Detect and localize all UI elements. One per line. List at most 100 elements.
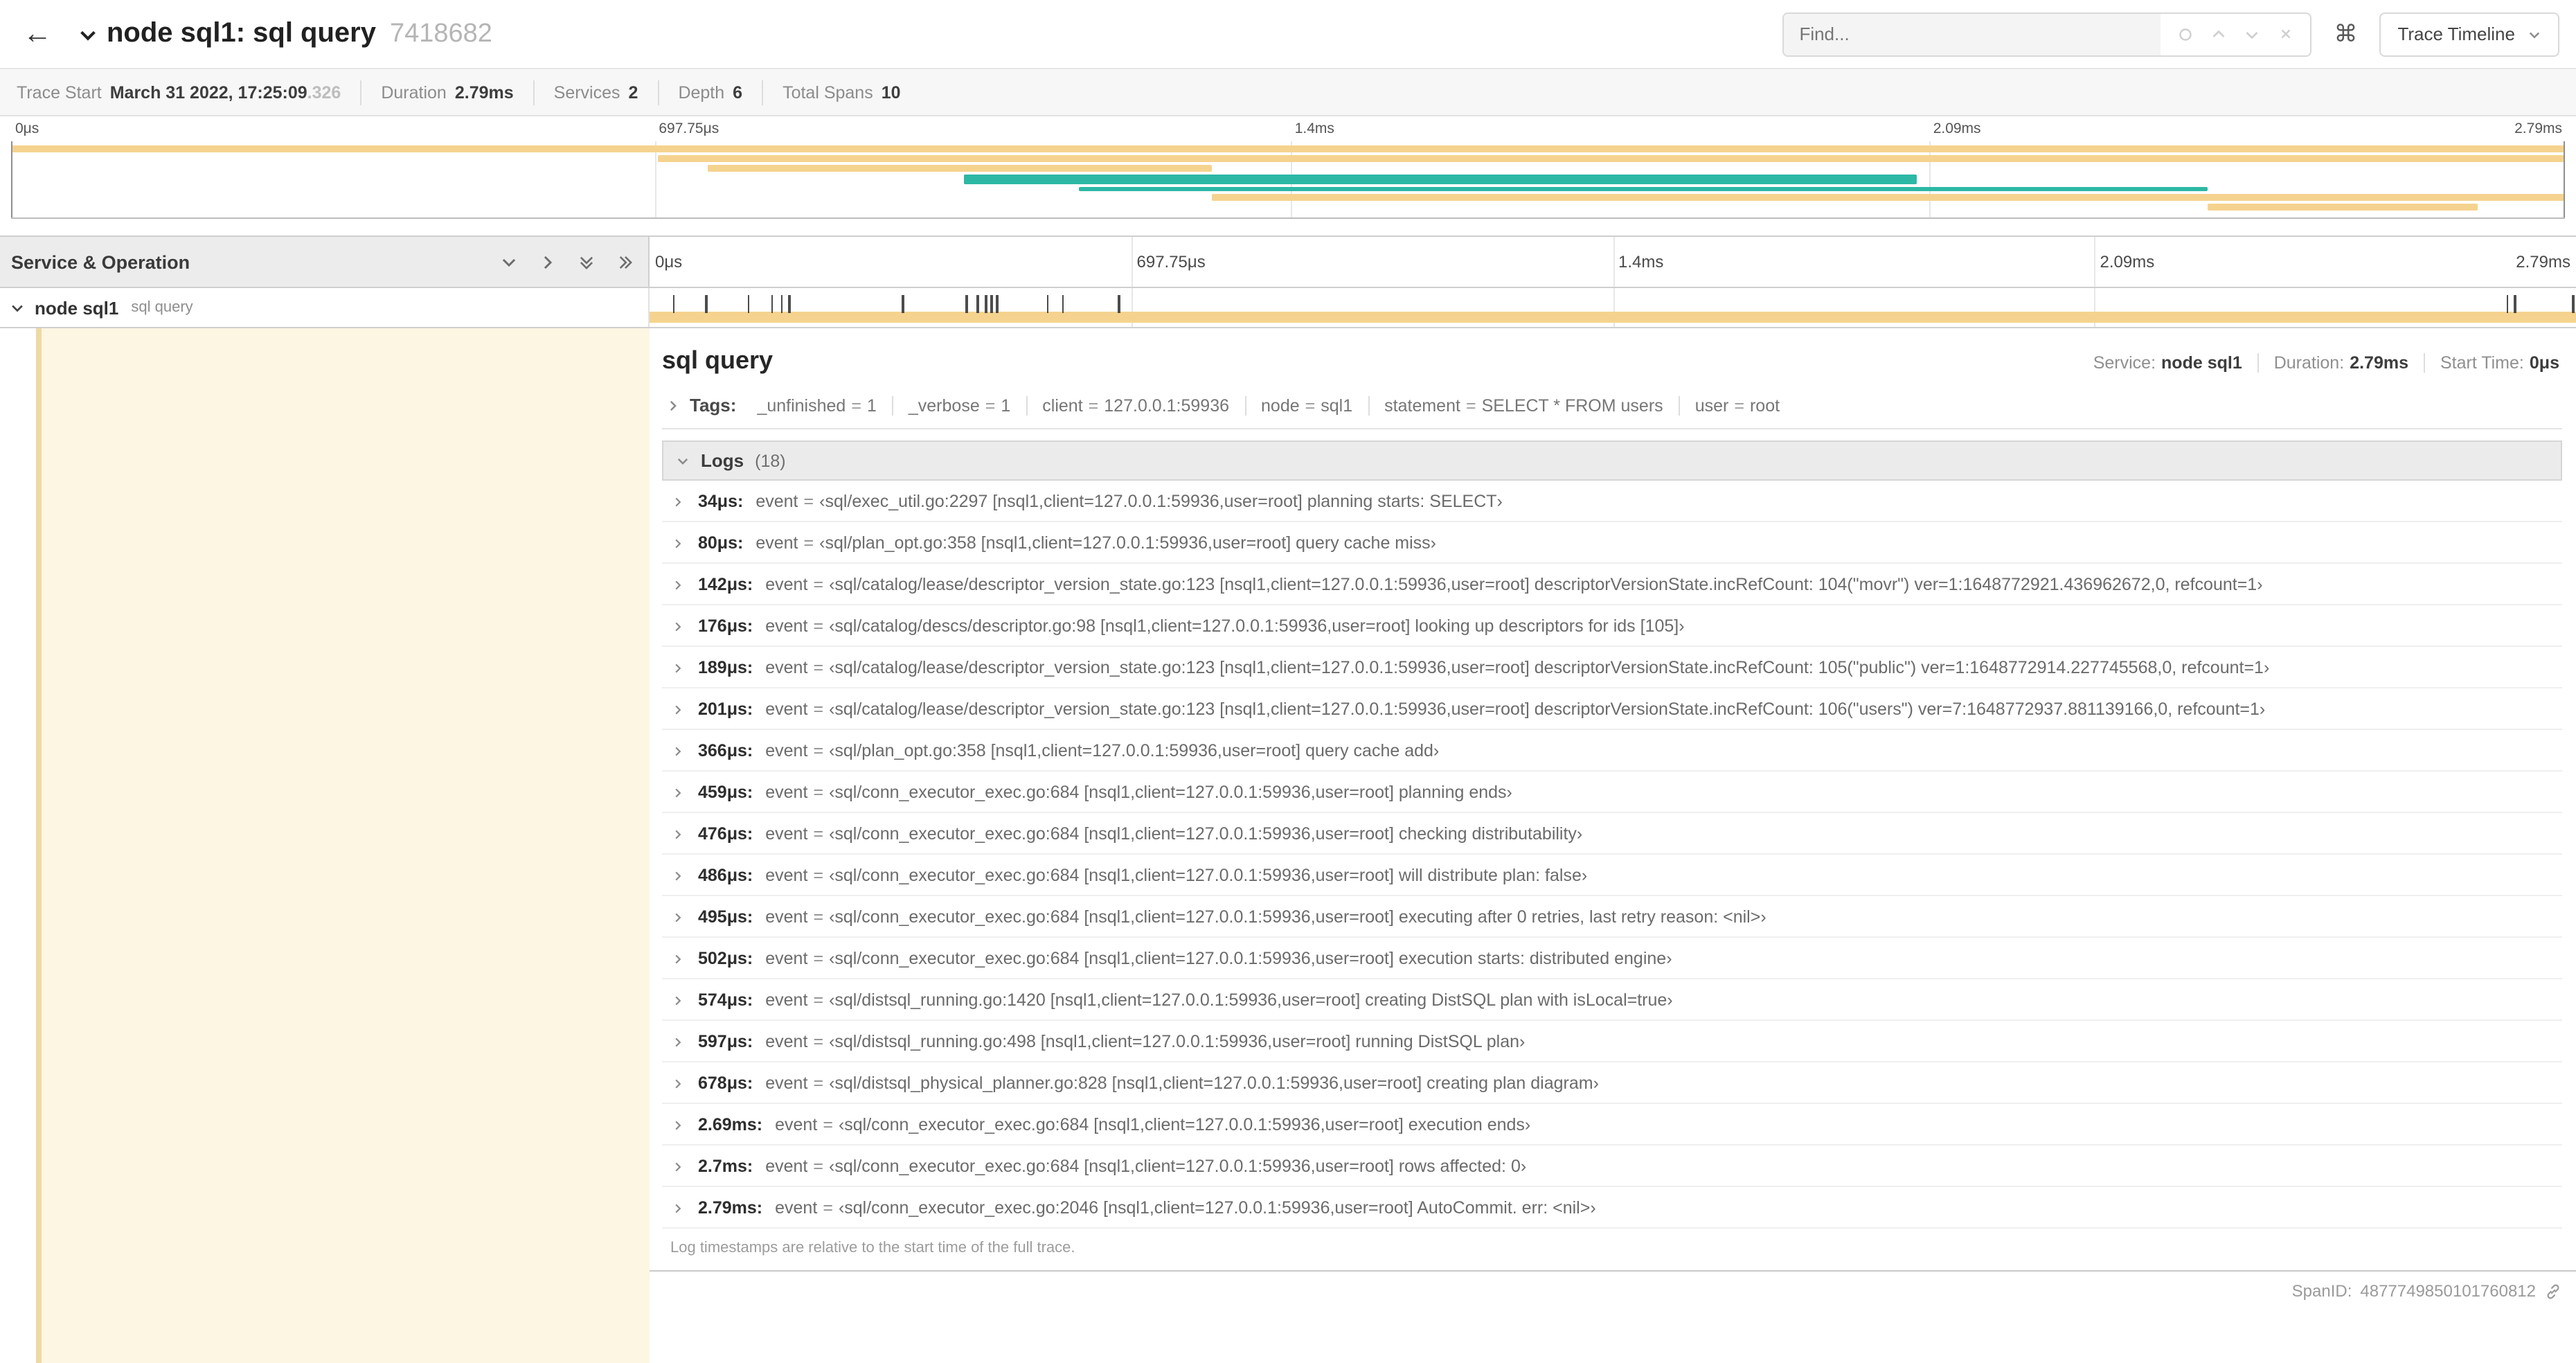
span-name-cell[interactable]: node sql1 sql query <box>0 288 650 327</box>
log-entry[interactable]: 574μs: event = ‹sql/distsql_running.go:142… <box>662 979 2562 1021</box>
clear-search-button[interactable] <box>2271 20 2299 48</box>
log-message: event = ‹sql/distsql_physical_planner.go:8… <box>765 1074 1599 1093</box>
log-entry[interactable]: 2.69ms: event = ‹sql/conn_executor_exec.go… <box>662 1104 2562 1146</box>
log-entry[interactable]: 80μs: event = ‹sql/plan_opt.go:358 [nsql1,… <box>662 522 2562 564</box>
log-entry[interactable]: 502μs: event = ‹sql/conn_executor_exec.go:… <box>662 938 2562 979</box>
log-marker[interactable] <box>1118 295 1120 313</box>
trace-view-selector[interactable]: Trace Timeline <box>2379 12 2559 56</box>
span-service-name: node sql1 <box>35 297 119 318</box>
chevron-right-icon <box>672 661 684 674</box>
logs-title: Logs <box>701 450 744 471</box>
minimap-right-scrubber[interactable] <box>2564 141 2565 217</box>
match-count-icon <box>2172 20 2199 48</box>
tag-item[interactable]: _verbose = 1 <box>891 395 1026 415</box>
minimap-tick-label: 2.09ms <box>1933 121 1981 137</box>
log-entry[interactable]: 495μs: event = ‹sql/conn_executor_exec.go:… <box>662 896 2562 938</box>
log-entry[interactable]: 597μs: event = ‹sql/distsql_running.go:498… <box>662 1021 2562 1062</box>
log-entry[interactable]: 2.7ms: event = ‹sql/conn_executor_exec.go:… <box>662 1146 2562 1187</box>
link-icon[interactable] <box>2544 1282 2562 1300</box>
trace-services: Services 2 <box>533 80 658 105</box>
tag-item[interactable]: node = sql1 <box>1244 395 1368 415</box>
minimap-span-bar <box>963 175 1917 184</box>
span-detail-card: sql query Service: node sql1 Duration: 2.7… <box>650 328 2576 1272</box>
chevron-down-icon[interactable] <box>10 300 25 315</box>
tag-item[interactable]: client = 127.0.0.1:59936 <box>1026 395 1244 415</box>
span-row[interactable]: node sql1 sql query <box>0 288 2576 328</box>
log-entry[interactable]: 201μs: event = ‹sql/catalog/lease/descript… <box>662 688 2562 730</box>
log-marker[interactable] <box>2506 295 2509 313</box>
log-timestamp: 201μs: <box>698 700 753 719</box>
log-message: event = ‹sql/plan_opt.go:358 [nsql1,client… <box>765 741 1440 760</box>
log-marker[interactable] <box>2514 295 2516 313</box>
span-operation-name: sql query <box>131 299 193 316</box>
log-marker[interactable] <box>902 295 904 313</box>
span-detail-area: sql query Service: node sql1 Duration: 2.7… <box>0 328 2576 1363</box>
minimap-span-bar <box>657 155 2565 162</box>
span-bar-cell[interactable] <box>650 288 2576 327</box>
span-detail-meta: Service: node sql1 Duration: 2.79ms Start … <box>2078 353 2562 373</box>
expand-one-button[interactable] <box>539 253 557 271</box>
logs-header[interactable]: Logs (18) <box>662 440 2562 481</box>
log-message: event = ‹sql/conn_executor_exec.go:684 [ns… <box>765 866 1588 885</box>
log-message: event = ‹sql/distsql_running.go:1420 [nsql… <box>765 990 1673 1010</box>
log-marker[interactable] <box>990 295 993 313</box>
chevron-down-icon[interactable] <box>78 25 98 46</box>
back-button[interactable]: ← <box>14 10 61 57</box>
collapse-one-button[interactable] <box>500 253 518 271</box>
collapse-all-button[interactable] <box>578 253 596 271</box>
find-input[interactable] <box>1784 13 2161 55</box>
ruler-tick-label: 1.4ms <box>1618 252 1664 271</box>
log-marker[interactable] <box>788 295 791 313</box>
log-message: event = ‹sql/conn_executor_exec.go:684 [ns… <box>775 1115 1531 1134</box>
tags-toggle[interactable]: Tags: <box>666 395 736 416</box>
tag-item[interactable]: _unfinished = 1 <box>742 395 891 415</box>
chevron-right-icon <box>672 578 684 591</box>
log-timestamp: 366μs: <box>698 741 753 760</box>
log-entry[interactable]: 2.79ms: event = ‹sql/conn_executor_exec.go… <box>662 1187 2562 1229</box>
prev-result-button[interactable] <box>2205 20 2233 48</box>
log-entry[interactable]: 189μs: event = ‹sql/catalog/lease/descript… <box>662 647 2562 688</box>
log-marker[interactable] <box>747 295 750 313</box>
chevron-right-icon <box>672 703 684 715</box>
span-id-value: 4877749850101760812 <box>2360 1281 2536 1301</box>
log-marker[interactable] <box>965 295 968 313</box>
log-marker[interactable] <box>771 295 773 313</box>
chevron-right-icon <box>672 911 684 923</box>
log-entry[interactable]: 486μs: event = ‹sql/conn_executor_exec.go:… <box>662 855 2562 896</box>
minimap-left-scrubber[interactable] <box>11 141 12 217</box>
chevron-down-icon <box>2529 31 2540 38</box>
ruler-labels: 0μs 697.75μs 1.4ms 2.09ms 2.79ms <box>650 237 2576 287</box>
logs-list: 34μs: event = ‹sql/exec_util.go:2297 [nsql… <box>662 481 2562 1229</box>
log-timestamp: 142μs: <box>698 575 753 594</box>
log-marker[interactable] <box>705 295 708 313</box>
find-result-controls <box>2161 20 2310 48</box>
log-entry[interactable]: 476μs: event = ‹sql/conn_executor_exec.go:… <box>662 813 2562 855</box>
log-entry[interactable]: 459μs: event = ‹sql/conn_executor_exec.go:… <box>662 772 2562 813</box>
log-marker[interactable] <box>780 295 783 313</box>
log-entry[interactable]: 678μs: event = ‹sql/distsql_physical_plann… <box>662 1062 2562 1104</box>
log-marker[interactable] <box>1062 295 1064 313</box>
log-entry[interactable]: 34μs: event = ‹sql/exec_util.go:2297 [nsql… <box>662 481 2562 522</box>
minimap-canvas[interactable] <box>11 141 2565 219</box>
expand-all-button[interactable] <box>616 253 634 271</box>
log-timestamp: 2.79ms: <box>698 1198 763 1218</box>
trace-minimap[interactable]: 0μs 697.75μs 1.4ms 2.09ms 2.79ms <box>11 116 2565 219</box>
log-marker[interactable] <box>1046 295 1049 313</box>
minimap-span-bar <box>708 165 1212 172</box>
log-marker[interactable] <box>985 295 987 313</box>
log-marker[interactable] <box>996 295 999 313</box>
next-result-button[interactable] <box>2238 20 2266 48</box>
keyboard-shortcuts-button[interactable]: ⌘ <box>2328 20 2363 48</box>
log-marker[interactable] <box>2572 295 2575 313</box>
log-marker[interactable] <box>672 295 675 313</box>
tag-item[interactable]: user = root <box>1678 395 1795 415</box>
span-id-footer: SpanID: 4877749850101760812 <box>650 1272 2576 1301</box>
log-entry[interactable]: 366μs: event = ‹sql/plan_opt.go:358 [nsql1… <box>662 730 2562 772</box>
log-entry[interactable]: 142μs: event = ‹sql/catalog/lease/descript… <box>662 564 2562 605</box>
log-timestamp: 2.69ms: <box>698 1115 763 1134</box>
log-entry[interactable]: 176μs: event = ‹sql/catalog/descs/descript… <box>662 605 2562 647</box>
log-timestamp: 80μs: <box>698 533 744 553</box>
log-message: event = ‹sql/conn_executor_exec.go:684 [ns… <box>765 824 1583 844</box>
tag-item[interactable]: statement = SELECT * FROM users <box>1368 395 1679 415</box>
log-marker[interactable] <box>976 295 979 313</box>
